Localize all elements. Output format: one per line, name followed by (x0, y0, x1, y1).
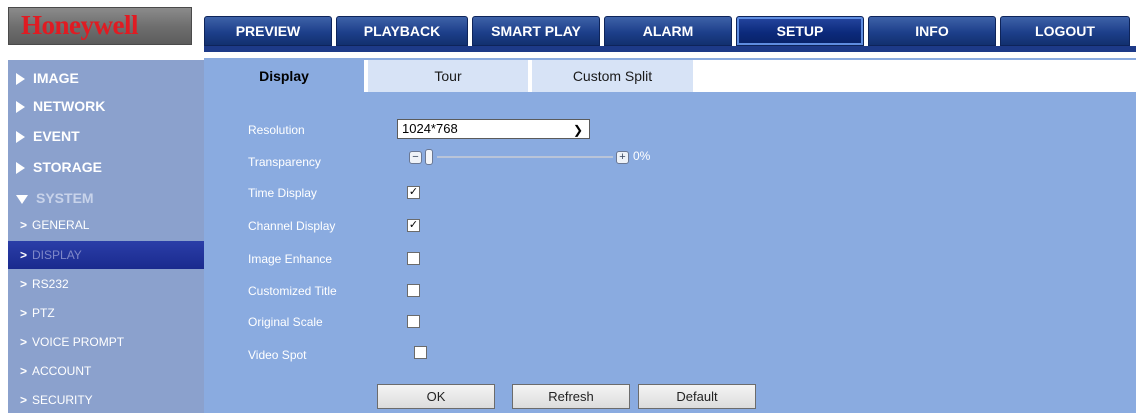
chevron-down-icon: ❯ (572, 123, 583, 137)
expand-triangle-icon (16, 131, 25, 144)
sidebar-item-label: GENERAL (32, 218, 90, 232)
nav-divider (204, 46, 1136, 52)
brand-logo: Honeywell (8, 7, 192, 45)
subtab-bar: Display Tour Custom Split (204, 60, 1136, 92)
sidebar-section-storage[interactable]: STORAGE (8, 153, 204, 181)
sidebar-section-event[interactable]: EVENT (8, 122, 204, 150)
nav-tab-info[interactable]: INFO (868, 16, 996, 46)
sidebar-section-image[interactable]: IMAGE (8, 64, 204, 92)
chevron-right-icon: > (20, 218, 28, 232)
sidebar-item-voice-prompt[interactable]: > VOICE PROMPT (8, 328, 204, 356)
chevron-right-icon: > (20, 335, 28, 349)
transparency-label: Transparency (248, 155, 321, 169)
nav-tab-setup[interactable]: SETUP (736, 16, 864, 46)
minus-icon[interactable]: − (409, 151, 422, 164)
video-spot-checkbox[interactable] (414, 346, 427, 359)
chevron-right-icon: > (20, 248, 28, 262)
nav-tab-smart-play[interactable]: SMART PLAY (472, 16, 600, 46)
sidebar-section-network[interactable]: NETWORK (8, 92, 204, 120)
channel-display-label: Channel Display (248, 219, 336, 233)
brand-logo-text: Honeywell (21, 10, 139, 40)
resolution-label: Resolution (248, 123, 305, 137)
sidebar-section-label: STORAGE (33, 159, 102, 175)
plus-icon[interactable]: + (616, 151, 629, 164)
sidebar-item-label: RS232 (32, 277, 69, 291)
sidebar-menu: IMAGE NETWORK EVENT STORAGE SYSTEM > GENE… (8, 60, 204, 413)
sidebar-section-label: IMAGE (33, 70, 79, 86)
resolution-value: 1024*768 (402, 121, 458, 136)
sidebar-section-system[interactable]: SYSTEM (8, 184, 204, 212)
time-display-checkbox[interactable]: ✓ (407, 186, 420, 199)
chevron-right-icon: > (20, 364, 28, 378)
time-display-label: Time Display (248, 186, 317, 200)
customized-title-label: Customized Title (248, 284, 337, 298)
image-enhance-checkbox[interactable] (407, 252, 420, 265)
nav-tab-playback[interactable]: PLAYBACK (336, 16, 468, 46)
transparency-value: 0% (633, 149, 651, 163)
settings-panel: Display Tour Custom Split Resolution 102… (204, 58, 1136, 413)
original-scale-label: Original Scale (248, 315, 323, 329)
collapse-triangle-icon (16, 194, 28, 204)
tab-custom-split[interactable]: Custom Split (532, 60, 693, 92)
chevron-right-icon: > (20, 306, 28, 320)
sidebar-item-account[interactable]: > ACCOUNT (8, 357, 204, 385)
video-spot-label: Video Spot (248, 348, 307, 362)
chevron-right-icon: > (20, 393, 28, 407)
sidebar-item-general[interactable]: > GENERAL (8, 211, 204, 239)
customized-title-checkbox[interactable] (407, 284, 420, 297)
transparency-slider-handle[interactable] (425, 149, 433, 165)
sidebar-section-label: EVENT (33, 128, 80, 144)
transparency-slider-track[interactable] (437, 156, 613, 158)
sidebar-item-display[interactable]: > DISPLAY (8, 241, 204, 269)
nav-tab-preview[interactable]: PREVIEW (204, 16, 332, 46)
sidebar-item-ptz[interactable]: > PTZ (8, 299, 204, 327)
expand-triangle-icon (16, 162, 25, 175)
nav-tab-logout[interactable]: LOGOUT (1000, 16, 1130, 46)
sidebar-item-label: VOICE PROMPT (32, 335, 125, 349)
sidebar-section-label: SYSTEM (36, 190, 94, 206)
top-bar: Honeywell PREVIEW PLAYBACK SMART PLAY AL… (0, 0, 1136, 58)
sidebar: IMAGE NETWORK EVENT STORAGE SYSTEM > GENE… (0, 58, 204, 413)
chevron-right-icon: > (20, 277, 28, 291)
sidebar-item-label: SECURITY (32, 393, 93, 407)
sidebar-section-label: NETWORK (33, 98, 106, 114)
refresh-button[interactable]: Refresh (512, 384, 630, 409)
default-button[interactable]: Default (638, 384, 756, 409)
tab-display[interactable]: Display (204, 60, 364, 92)
resolution-select[interactable]: 1024*768 ❯ (397, 119, 590, 139)
sidebar-item-label: DISPLAY (32, 248, 82, 262)
sidebar-item-label: ACCOUNT (32, 364, 92, 378)
nav-tab-alarm[interactable]: ALARM (604, 16, 732, 46)
sidebar-item-security[interactable]: > SECURITY (8, 386, 204, 413)
original-scale-checkbox[interactable] (407, 315, 420, 328)
sidebar-item-label: PTZ (32, 306, 55, 320)
image-enhance-label: Image Enhance (248, 252, 333, 266)
expand-triangle-icon (16, 101, 25, 114)
ok-button[interactable]: OK (377, 384, 495, 409)
sidebar-item-rs232[interactable]: > RS232 (8, 270, 204, 298)
channel-display-checkbox[interactable]: ✓ (407, 219, 420, 232)
expand-triangle-icon (16, 73, 25, 86)
tab-tour[interactable]: Tour (368, 60, 528, 92)
